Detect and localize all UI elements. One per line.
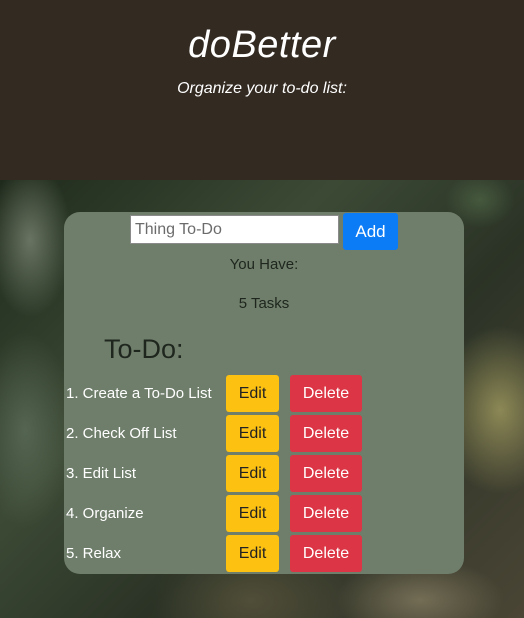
task-label: 2. Check Off List	[66, 425, 177, 442]
delete-button[interactable]: Delete	[290, 375, 362, 412]
delete-button[interactable]: Delete	[290, 415, 362, 452]
list-item: 4. Organize Edit Delete	[64, 495, 464, 533]
list-item: 5. Relax Edit Delete	[64, 535, 464, 573]
task-label: 3. Edit List	[66, 465, 137, 482]
edit-button[interactable]: Edit	[226, 455, 279, 492]
app-title: doBetter	[188, 24, 336, 66]
app-header: doBetter Organize your to-do list:	[0, 0, 524, 180]
edit-button[interactable]: Edit	[226, 375, 279, 412]
task-label: 1. Create a To-Do List	[66, 385, 212, 402]
delete-button[interactable]: Delete	[290, 535, 362, 572]
app-subtitle: Organize your to-do list:	[177, 80, 347, 97]
add-button[interactable]: Add	[343, 213, 398, 250]
todo-heading: To-Do:	[104, 334, 184, 364]
task-count: 5 Tasks	[238, 295, 290, 312]
task-input[interactable]	[130, 215, 339, 244]
task-label: 5. Relax	[66, 545, 122, 562]
delete-button[interactable]: Delete	[290, 455, 362, 492]
todo-card: Add You Have: 5 Tasks To-Do: 1. Create a…	[64, 212, 464, 574]
list-item: 3. Edit List Edit Delete	[64, 455, 464, 493]
you-have-label: You Have:	[229, 256, 299, 273]
edit-button[interactable]: Edit	[226, 415, 279, 452]
edit-button[interactable]: Edit	[226, 535, 279, 572]
task-label: 4. Organize	[66, 505, 144, 522]
list-item: 2. Check Off List Edit Delete	[64, 415, 464, 453]
edit-button[interactable]: Edit	[226, 495, 279, 532]
list-item: 1. Create a To-Do List Edit Delete	[64, 375, 464, 413]
delete-button[interactable]: Delete	[290, 495, 362, 532]
